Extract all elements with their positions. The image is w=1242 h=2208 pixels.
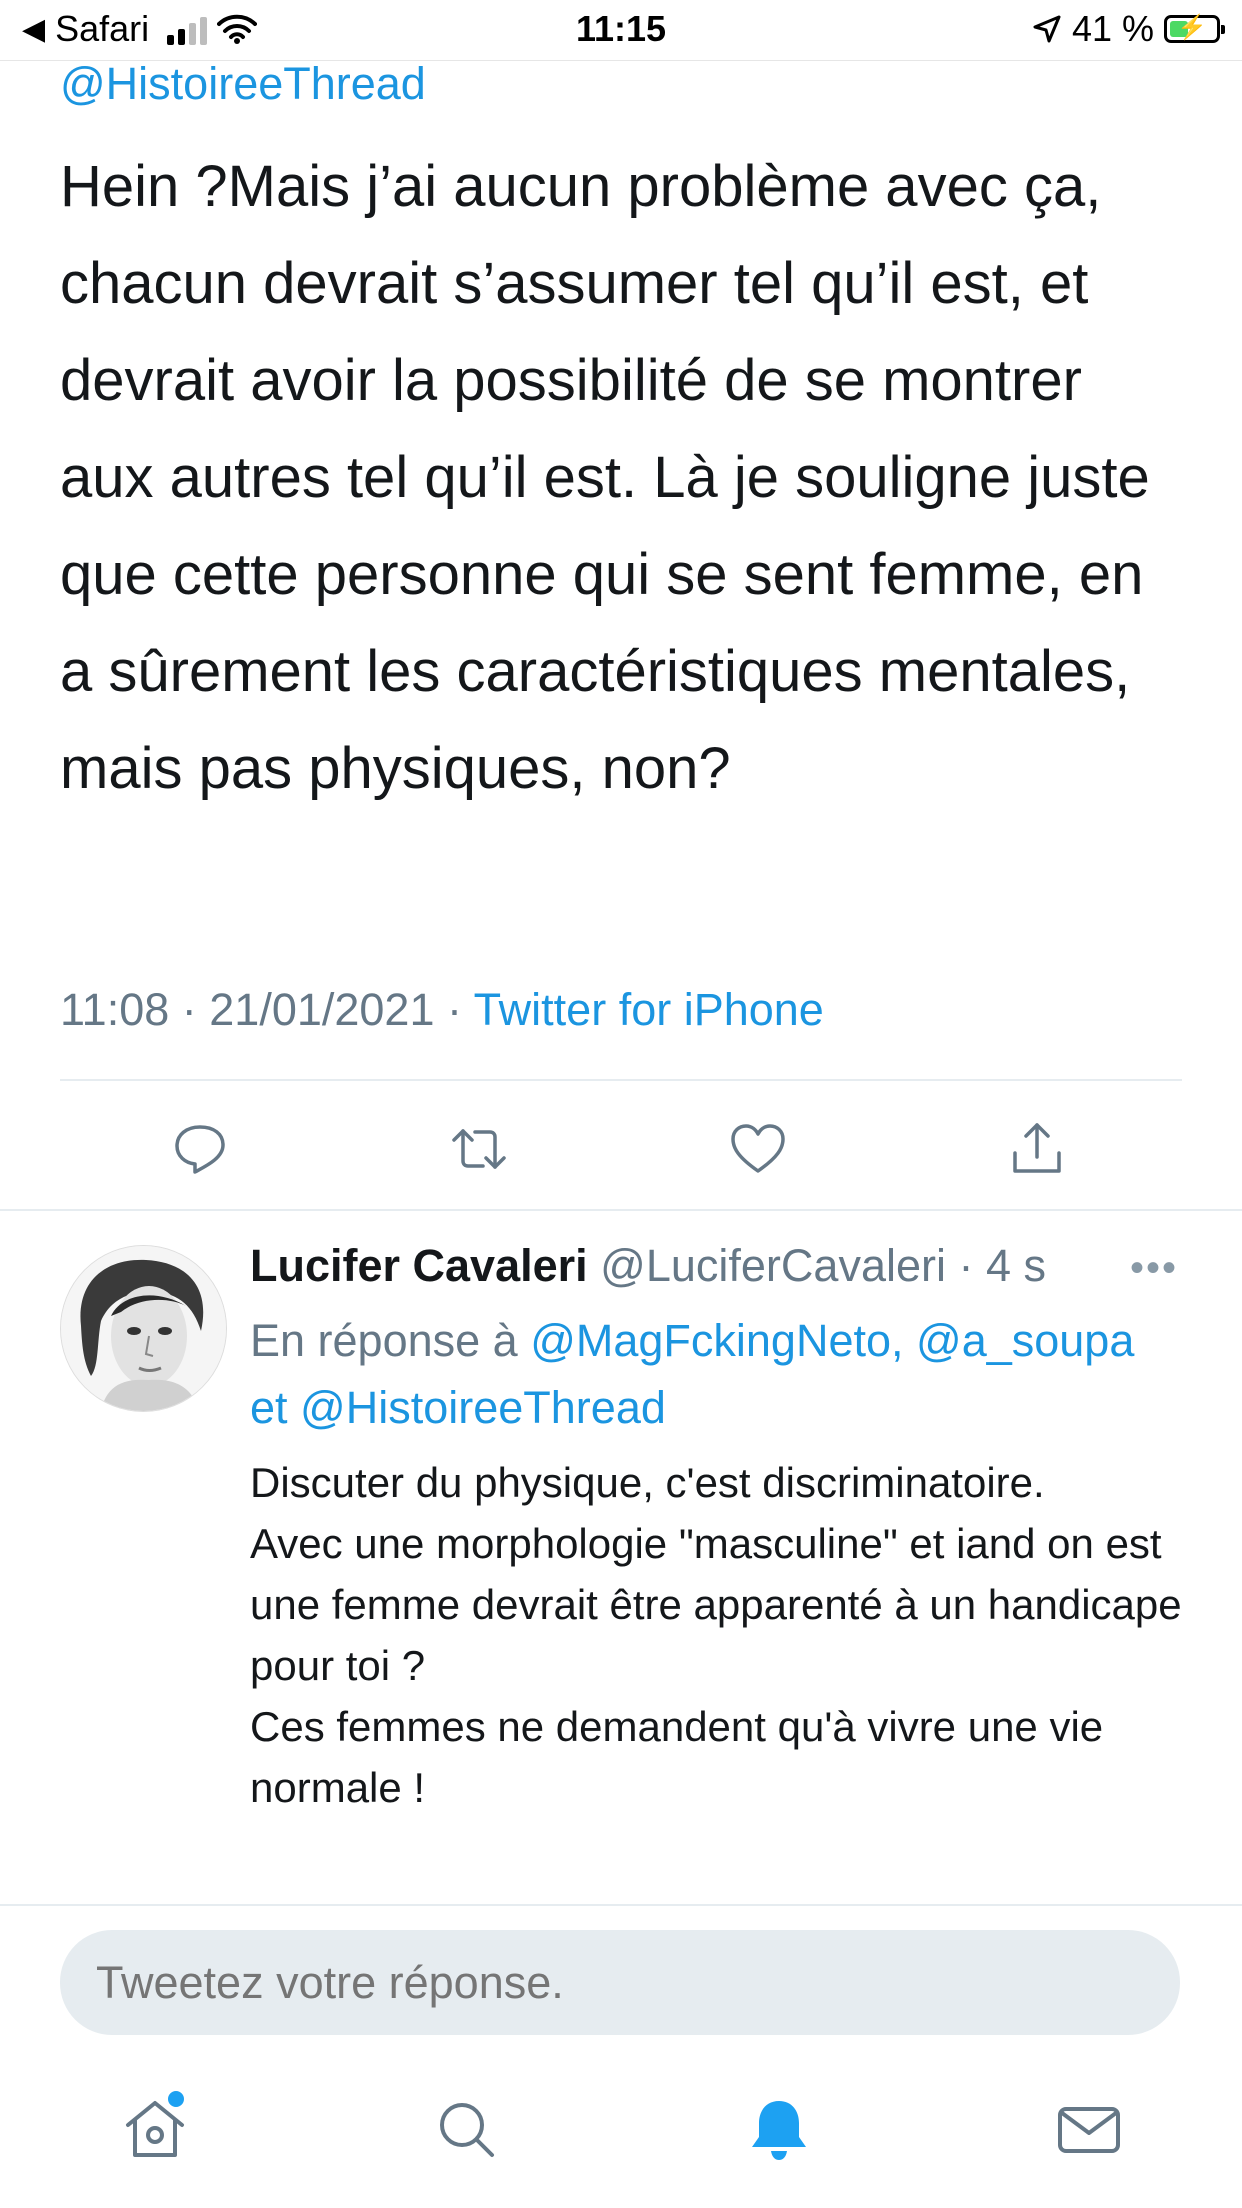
divider <box>60 1079 1182 1081</box>
reply-author-name[interactable]: Lucifer Cavaleri <box>250 1240 588 1291</box>
battery-percent: 41 % <box>1071 8 1154 49</box>
tweet-source-link[interactable]: Twitter for iPhone <box>474 984 824 1035</box>
share-button[interactable] <box>1002 1114 1072 1184</box>
avatar-image <box>61 1246 226 1411</box>
notifications-icon <box>752 2101 806 2160</box>
reply-to-line: En réponse à @MagFckingNeto, @a_soupa et… <box>250 1307 1200 1441</box>
location-arrow-icon <box>1033 15 1061 43</box>
reply-time: · 4 s <box>945 1240 1047 1291</box>
tweet-meta: 11:08 · 21/01/2021 · Twitter for iPhone <box>60 984 824 1036</box>
like-button[interactable] <box>723 1114 793 1184</box>
reply-to-last-link[interactable]: @HistoireeThread <box>300 1382 666 1433</box>
notification-dot <box>165 2088 187 2110</box>
reply-button[interactable] <box>165 1114 235 1184</box>
reply-body-line: Discuter du physique, c'est discriminato… <box>250 1459 1045 1506</box>
tab-messages[interactable] <box>1049 2090 1129 2170</box>
reply-author-handle[interactable]: @LuciferCavaleri <box>600 1240 946 1291</box>
tab-notifications[interactable] <box>739 2090 819 2170</box>
reply-to-and: et <box>250 1382 301 1433</box>
share-icon <box>1013 1123 1061 1173</box>
retweet-icon <box>452 1129 506 1169</box>
status-bar: ◀ Safari 11:15 41 % ⚡ <box>0 0 1242 61</box>
avatar[interactable] <box>60 1245 227 1412</box>
reply-mention[interactable]: @HistoireeThread <box>60 58 426 110</box>
retweet-button[interactable] <box>444 1114 514 1184</box>
battery-icon: ⚡ <box>1164 14 1225 43</box>
tab-home[interactable] <box>115 2088 195 2170</box>
reply-icon <box>175 1125 225 1174</box>
reply-to-users-link[interactable]: @MagFckingNeto, @a_soupa <box>530 1315 1134 1366</box>
messages-icon <box>1058 2107 1120 2153</box>
more-options-icon[interactable]: ••• <box>1130 1246 1178 1291</box>
reply-compose-input[interactable] <box>60 1930 1180 2035</box>
reply-to-prefix: En réponse à <box>250 1315 531 1366</box>
tweet-timestamp: 11:08 · 21/01/2021 · <box>60 984 474 1035</box>
tab-search[interactable] <box>427 2090 507 2170</box>
charging-bolt-icon: ⚡ <box>1177 14 1207 41</box>
reply-body: Discuter du physique, c'est discriminato… <box>250 1452 1200 1818</box>
like-icon <box>731 1124 785 1173</box>
status-bar-right: 41 % ⚡ <box>1032 8 1225 50</box>
reply-body-line: Avec une morphologie "masculine" et iand… <box>250 1520 1182 1689</box>
reply-body-line: Ces femmes ne demandent qu'à vivre une v… <box>250 1703 1104 1811</box>
search-icon <box>440 2103 494 2157</box>
tweet-text: Hein ?Mais j’ai aucun problème avec ça, … <box>60 154 1150 801</box>
tweet-actions <box>0 1114 1242 1184</box>
divider <box>0 1209 1242 1211</box>
tab-bar <box>0 2088 1242 2190</box>
divider <box>0 1904 1242 1906</box>
reply-header: Lucifer Cavaleri @LuciferCavaleri · 4 s <box>250 1240 1046 1292</box>
